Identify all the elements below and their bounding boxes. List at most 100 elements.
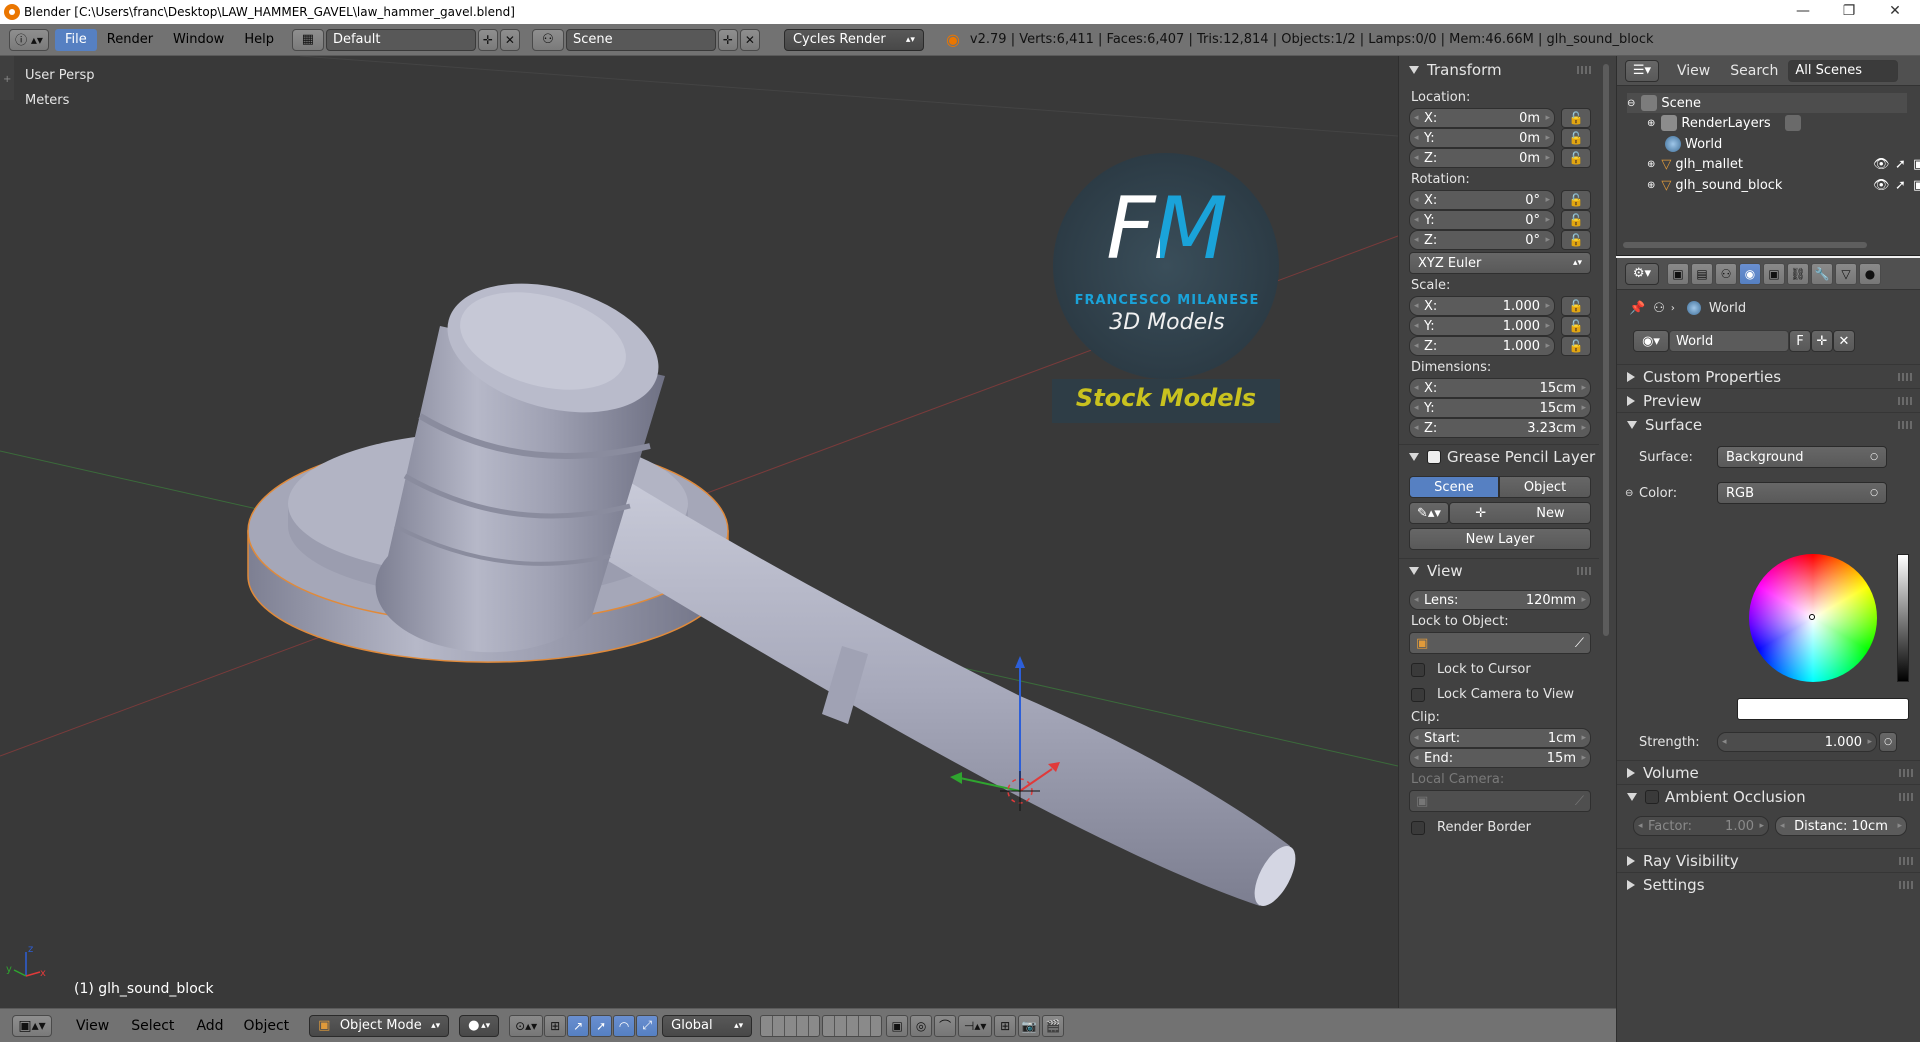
world-name-field[interactable]: World — [1669, 330, 1789, 352]
strength-field[interactable]: 1.000 — [1717, 732, 1877, 752]
render-layers-tab-icon[interactable]: ▤ — [1691, 262, 1713, 285]
lock-camera-checkbox[interactable] — [1411, 687, 1425, 702]
eye-icon[interactable]: 👁 — [1873, 157, 1890, 172]
location-x-field[interactable]: X: 0m — [1409, 108, 1555, 128]
modifiers-tab-icon[interactable]: 🔧 — [1811, 262, 1833, 285]
outliner-search-menu[interactable]: Search — [1730, 63, 1778, 79]
surface-panel[interactable]: Surface — [1617, 412, 1920, 436]
ambient-occlusion-panel[interactable]: Ambient Occlusion — [1617, 784, 1920, 808]
settings-panel[interactable]: Settings — [1617, 872, 1920, 896]
close-button[interactable]: ✕ — [1872, 0, 1918, 24]
ray-visibility-panel[interactable]: Ray Visibility — [1617, 848, 1920, 872]
drag-grip-icon[interactable] — [1898, 421, 1912, 429]
scene-field[interactable]: Scene — [565, 28, 716, 51]
render-border-checkbox[interactable] — [1411, 820, 1425, 835]
viewport-shading-dropdown[interactable]: ● ▴▾ — [459, 1014, 500, 1037]
scene-layers-2-icon[interactable] — [822, 1014, 883, 1037]
proportional-edit-icon[interactable]: ◎ — [910, 1014, 933, 1037]
drag-grip-icon[interactable] — [1577, 66, 1591, 74]
rotation-x-field[interactable]: X: 0° — [1409, 190, 1555, 210]
translate-manipulator-icon[interactable]: ↗ — [567, 1014, 590, 1037]
add-screen-icon[interactable]: ✛ — [477, 28, 498, 51]
minimize-button[interactable]: — — [1780, 0, 1826, 24]
scale-z-field[interactable]: Z: 1.000 — [1409, 336, 1555, 356]
lock-icon[interactable]: 🔓 — [1561, 128, 1591, 148]
outliner-view-menu[interactable]: View — [1677, 63, 1710, 79]
scale-y-field[interactable]: Y: 1.000 — [1409, 316, 1555, 336]
view-panel-header[interactable]: View — [1399, 558, 1599, 582]
lens-field[interactable]: Lens: 120mm — [1409, 590, 1591, 610]
snap-element-icon[interactable]: ⊣▴▾ — [958, 1014, 993, 1037]
rotation-mode-dropdown[interactable]: XYZ Euler ▴▾ — [1409, 252, 1591, 274]
render-tab-icon[interactable]: ▣ — [1667, 262, 1689, 285]
node-link-icon[interactable]: ○ — [1879, 732, 1897, 752]
world-tab-icon[interactable]: ◉ — [1739, 262, 1761, 285]
rotate-icon[interactable]: ◠ — [613, 1014, 636, 1037]
lock-icon[interactable]: 🔓 — [1561, 336, 1591, 356]
opengl-render-icon[interactable]: 📷 — [1018, 1014, 1041, 1037]
location-y-field[interactable]: Y: 0m — [1409, 128, 1555, 148]
tab-scene[interactable]: Scene — [1409, 476, 1499, 498]
menu-render[interactable]: Render — [97, 29, 163, 51]
3d-viewport[interactable]: + User Persp Meters (1) glh_sound_block … — [0, 56, 1398, 1008]
new-grease-pencil-button[interactable]: ✛ New — [1449, 502, 1591, 524]
lock-icon[interactable]: 🔓 — [1561, 210, 1591, 230]
constraints-tab-icon[interactable]: ⛓ — [1787, 262, 1809, 285]
lock-icon[interactable]: 🔓 — [1561, 108, 1591, 128]
lock-icon[interactable]: 🔓 — [1561, 316, 1591, 336]
lock-icon[interactable]: 🔓 — [1561, 296, 1591, 316]
lock-object-field[interactable]: ▣ ⟋ — [1409, 632, 1591, 654]
ambient-occlusion-checkbox[interactable] — [1645, 789, 1659, 804]
lock-layers-icon[interactable]: ▣ — [886, 1014, 909, 1037]
outliner-item-glh-sound-block[interactable]: ⊕ ▽ glh_sound_block 👁 ➚ ▣ — [1647, 175, 1920, 195]
editor-type-info-button[interactable]: ⓘ ▴▾ — [9, 28, 49, 51]
render-engine-dropdown[interactable]: Cycles Render ▴▾ — [783, 28, 924, 51]
color-socket-icon[interactable]: ⊖ — [1625, 488, 1639, 499]
lock-to-cursor-checkbox[interactable] — [1411, 662, 1425, 677]
outliner-item-scene[interactable]: ⊖ Scene — [1627, 93, 1907, 113]
cursor-icon[interactable]: ➚ — [1895, 178, 1906, 193]
manipulator-toggle-icon[interactable]: ⊞ — [544, 1014, 567, 1037]
color-wheel[interactable] — [1749, 554, 1877, 682]
remove-screen-icon[interactable]: ✕ — [499, 28, 520, 51]
scene-icon[interactable]: ⚇ — [531, 28, 564, 51]
opengl-animation-icon[interactable]: 🎬 — [1042, 1014, 1065, 1037]
drag-grip-icon[interactable] — [1899, 793, 1913, 801]
color-picker-handle[interactable] — [1809, 614, 1815, 620]
pencil-icon[interactable]: ✎▴▾ — [1409, 502, 1449, 524]
transform-panel-header[interactable]: Transform — [1399, 58, 1599, 82]
menu-file[interactable]: File — [55, 28, 97, 51]
drag-grip-icon[interactable] — [1899, 881, 1913, 889]
transform-orientation-dropdown[interactable]: Global ▴▾ — [662, 1014, 753, 1037]
scale-icon[interactable]: ⤢ — [636, 1014, 659, 1037]
menu-help[interactable]: Help — [234, 29, 284, 51]
scale-x-field[interactable]: X: 1.000 — [1409, 296, 1555, 316]
dimensions-z-field[interactable]: Z: 3.23cm — [1409, 418, 1591, 438]
color-value-slider[interactable] — [1897, 554, 1909, 682]
dimensions-x-field[interactable]: X: 15cm — [1409, 378, 1591, 398]
editor-type-outliner-icon[interactable]: ☰▾ — [1625, 59, 1659, 82]
drag-grip-icon[interactable] — [1577, 567, 1591, 575]
dimensions-y-field[interactable]: Y: 15cm — [1409, 398, 1591, 418]
surface-shader-dropdown[interactable]: Background ○ — [1717, 446, 1887, 468]
drag-grip-icon[interactable] — [1899, 769, 1913, 777]
custom-properties-panel[interactable]: Custom Properties — [1617, 364, 1920, 388]
lock-icon[interactable]: 🔓 — [1561, 190, 1591, 210]
data-tab-icon[interactable]: ▽ — [1835, 262, 1857, 285]
lock-icon[interactable]: 🔓 — [1561, 148, 1591, 168]
ao-distance-field[interactable]: Distanc: 10cm — [1775, 816, 1907, 836]
screen-layout-icon[interactable]: ▦ — [291, 28, 324, 51]
shelf-scrollbar[interactable] — [1603, 64, 1609, 636]
editor-type-3dview-icon[interactable]: ▣▴▾ — [12, 1014, 52, 1037]
camera-icon[interactable]: ▣ — [1913, 157, 1920, 172]
material-tab-icon[interactable]: ● — [1859, 262, 1881, 285]
outliner-item-glh-mallet[interactable]: ⊕ ▽ glh_mallet 👁 ➚ ▣ — [1647, 154, 1920, 174]
add-scene-icon[interactable]: ✛ — [717, 28, 738, 51]
snap-target-icon[interactable]: ⊞ — [994, 1014, 1017, 1037]
clip-end-field[interactable]: End: 15m — [1409, 748, 1591, 768]
drag-grip-icon[interactable] — [1898, 397, 1912, 405]
screen-layout-field[interactable]: Default — [325, 28, 476, 51]
fake-user-button[interactable]: F — [1789, 330, 1811, 352]
preview-panel[interactable]: Preview — [1617, 388, 1920, 412]
object-tab-icon[interactable]: ▣ — [1763, 262, 1785, 285]
